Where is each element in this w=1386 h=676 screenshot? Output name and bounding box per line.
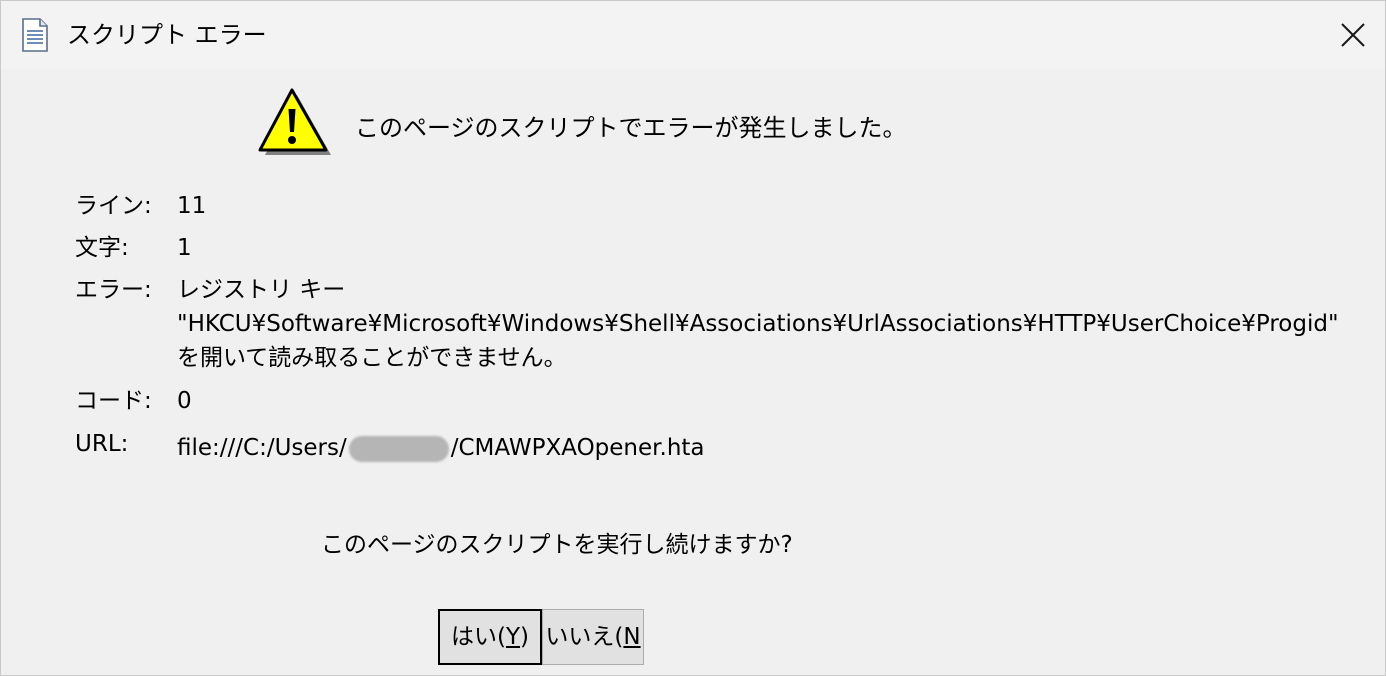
- error-message-heading: このページのスクリプトでエラーが発生しました。: [355, 114, 907, 142]
- yes-accelerator-key: Y: [505, 624, 521, 650]
- code-value: 0: [177, 388, 192, 414]
- yes-button-close-paren: ): [520, 624, 530, 650]
- document-icon: [21, 18, 49, 52]
- redacted-username: [348, 435, 449, 462]
- yes-button-label: はい(: [450, 624, 506, 650]
- window-title: スクリプト エラー: [67, 21, 267, 49]
- script-error-dialog: スクリプト エラー このページのスクリプトでエラーが発生しました。 ライン: 1…: [0, 0, 1386, 676]
- error-text-line: レジストリ キー: [177, 277, 346, 303]
- close-button[interactable]: [1321, 9, 1385, 61]
- close-icon: [1341, 23, 1365, 47]
- char-value: 1: [177, 235, 192, 261]
- no-accelerator-key: N: [623, 624, 641, 650]
- url-prefix: file:///C:/Users/: [177, 435, 347, 461]
- code-label: コード:: [75, 388, 152, 414]
- url-label: URL:: [75, 431, 129, 457]
- line-value: 11: [177, 193, 207, 219]
- line-label: ライン:: [75, 193, 152, 219]
- warning-icon: [257, 87, 333, 159]
- url-suffix: /CMAWPXAOpener.hta: [450, 435, 705, 461]
- error-label: エラー:: [75, 277, 152, 303]
- no-button[interactable]: いいえ(N: [542, 609, 644, 665]
- title-bar: スクリプト エラー: [1, 1, 1385, 69]
- no-button-label: いいえ(: [545, 624, 624, 650]
- error-description: レジストリ キー "HKCU¥Software¥Microsoft¥Window…: [177, 273, 1377, 375]
- char-label: 文字:: [75, 235, 129, 261]
- yes-button[interactable]: はい(Y): [438, 609, 542, 665]
- error-registry-key: "HKCU¥Software¥Microsoft¥Windows¥Shell¥A…: [177, 311, 1339, 337]
- continue-question: このページのスクリプトを実行し続けますか?: [321, 532, 793, 558]
- error-text-line: を開いて読み取ることができません。: [177, 345, 567, 371]
- url-value: file:///C:/Users/ /CMAWPXAOpener.hta: [177, 431, 705, 465]
